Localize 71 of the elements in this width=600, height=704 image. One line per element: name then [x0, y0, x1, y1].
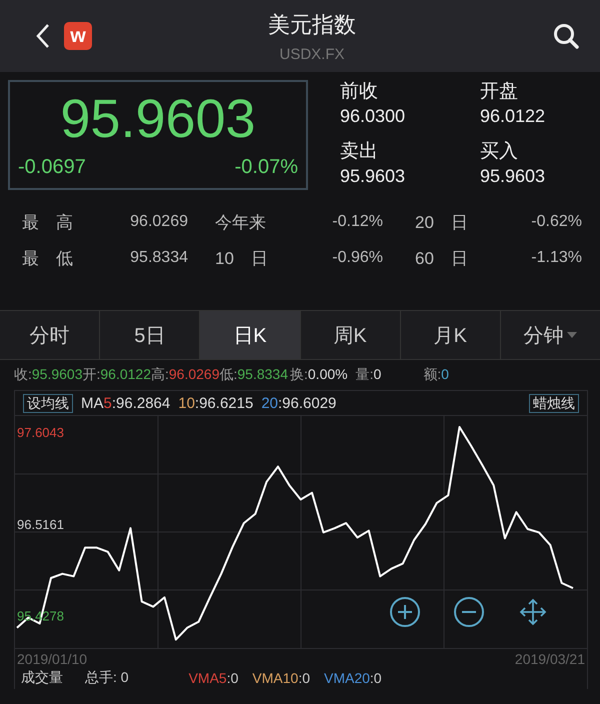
- search-icon[interactable]: [552, 22, 580, 50]
- stat-value: 95.8334: [237, 366, 288, 382]
- axis-label: 97.6043: [17, 425, 64, 440]
- field-value: 96.0300: [340, 105, 406, 128]
- stat-label: 高:: [151, 366, 169, 382]
- page-title: 美元指数: [267, 10, 357, 38]
- stat-label: 20 日: [414, 212, 469, 234]
- ma-period: 5: [104, 394, 112, 412]
- field-label: 卖出: [340, 140, 379, 164]
- vma-label: VMA20: [324, 670, 370, 686]
- chart-tab[interactable]: 月K: [400, 311, 501, 359]
- zoom-out-icon[interactable]: [453, 596, 485, 628]
- field-label: 开盘: [480, 80, 519, 104]
- stat-value: 0: [441, 366, 449, 382]
- current-price: 95.9603: [60, 92, 256, 146]
- symbol-code: USDX.FX: [278, 46, 346, 62]
- candlestick-button[interactable]: 蜡烛线: [529, 394, 579, 412]
- stat-value: -0.62%: [530, 213, 582, 231]
- app-logo[interactable]: w: [64, 22, 92, 50]
- price-change: -0.0697: [18, 156, 86, 178]
- stat-label: 收:: [14, 366, 32, 382]
- volume-label: 成交量: [21, 669, 63, 687]
- moving-average-button[interactable]: 设均线: [23, 394, 73, 412]
- field-label: 买入: [480, 140, 519, 164]
- stat-label: 量:: [356, 366, 374, 382]
- stat-value: -1.13%: [530, 249, 582, 267]
- stat-value: -0.12%: [331, 213, 383, 231]
- stat-value: 95.8334: [129, 249, 188, 267]
- ma-period: 20: [261, 394, 278, 412]
- chart-tab[interactable]: 日K: [200, 311, 301, 359]
- axis-label: 96.5161: [17, 516, 64, 532]
- ma-value: :96.6029: [278, 394, 336, 412]
- stat-label: 最 高: [22, 212, 74, 234]
- stat-value: 0: [373, 366, 382, 382]
- stat-label: 10 日: [214, 248, 269, 270]
- vma-label: VMA10: [252, 670, 298, 686]
- vma-value: :0: [226, 670, 238, 686]
- vma-value: :0: [298, 670, 310, 686]
- field-value: 95.9603: [480, 165, 546, 188]
- stat-value: 95.9603: [32, 366, 82, 382]
- date-label: 2019/03/21: [514, 651, 585, 667]
- ma-value: :96.6215: [194, 394, 254, 412]
- percent-change: -0.07%: [234, 156, 298, 178]
- ma-period: 10: [178, 394, 195, 412]
- chart-tab[interactable]: 周K: [300, 311, 401, 359]
- stat-value: 96.0269: [168, 366, 220, 382]
- vma-label: VMA5: [188, 670, 227, 686]
- stat-label: 额:: [423, 366, 442, 382]
- zoom-in-icon[interactable]: [389, 596, 421, 628]
- chart-tab[interactable]: 分时: [0, 311, 100, 359]
- date-label: 2019/01/10: [17, 651, 88, 667]
- stat-label: 60 日: [414, 248, 469, 270]
- vma-value: :0: [370, 670, 382, 686]
- field-value: 95.9603: [340, 165, 406, 188]
- back-icon[interactable]: [36, 23, 50, 49]
- ma-label: MA: [81, 394, 104, 412]
- total-volume: 总手: 0: [85, 669, 129, 687]
- stat-label: 今年来: [214, 212, 267, 234]
- move-arrows-icon[interactable]: [517, 596, 549, 628]
- stat-value: 96.0122: [100, 366, 151, 382]
- stat-value: 96.0269: [129, 213, 188, 231]
- stat-label: 换:: [290, 366, 308, 382]
- stat-label: 开:: [82, 366, 100, 382]
- stat-label: 低:: [220, 366, 238, 382]
- stat-value: -0.96%: [331, 249, 383, 267]
- field-value: 96.0122: [480, 105, 546, 128]
- field-label: 前收: [340, 80, 379, 104]
- ma-value: :96.2864: [112, 394, 170, 412]
- stat-value: 0.00%: [308, 366, 348, 382]
- stat-label: 最 低: [22, 248, 74, 270]
- chart-tab[interactable]: 分钟: [500, 311, 600, 359]
